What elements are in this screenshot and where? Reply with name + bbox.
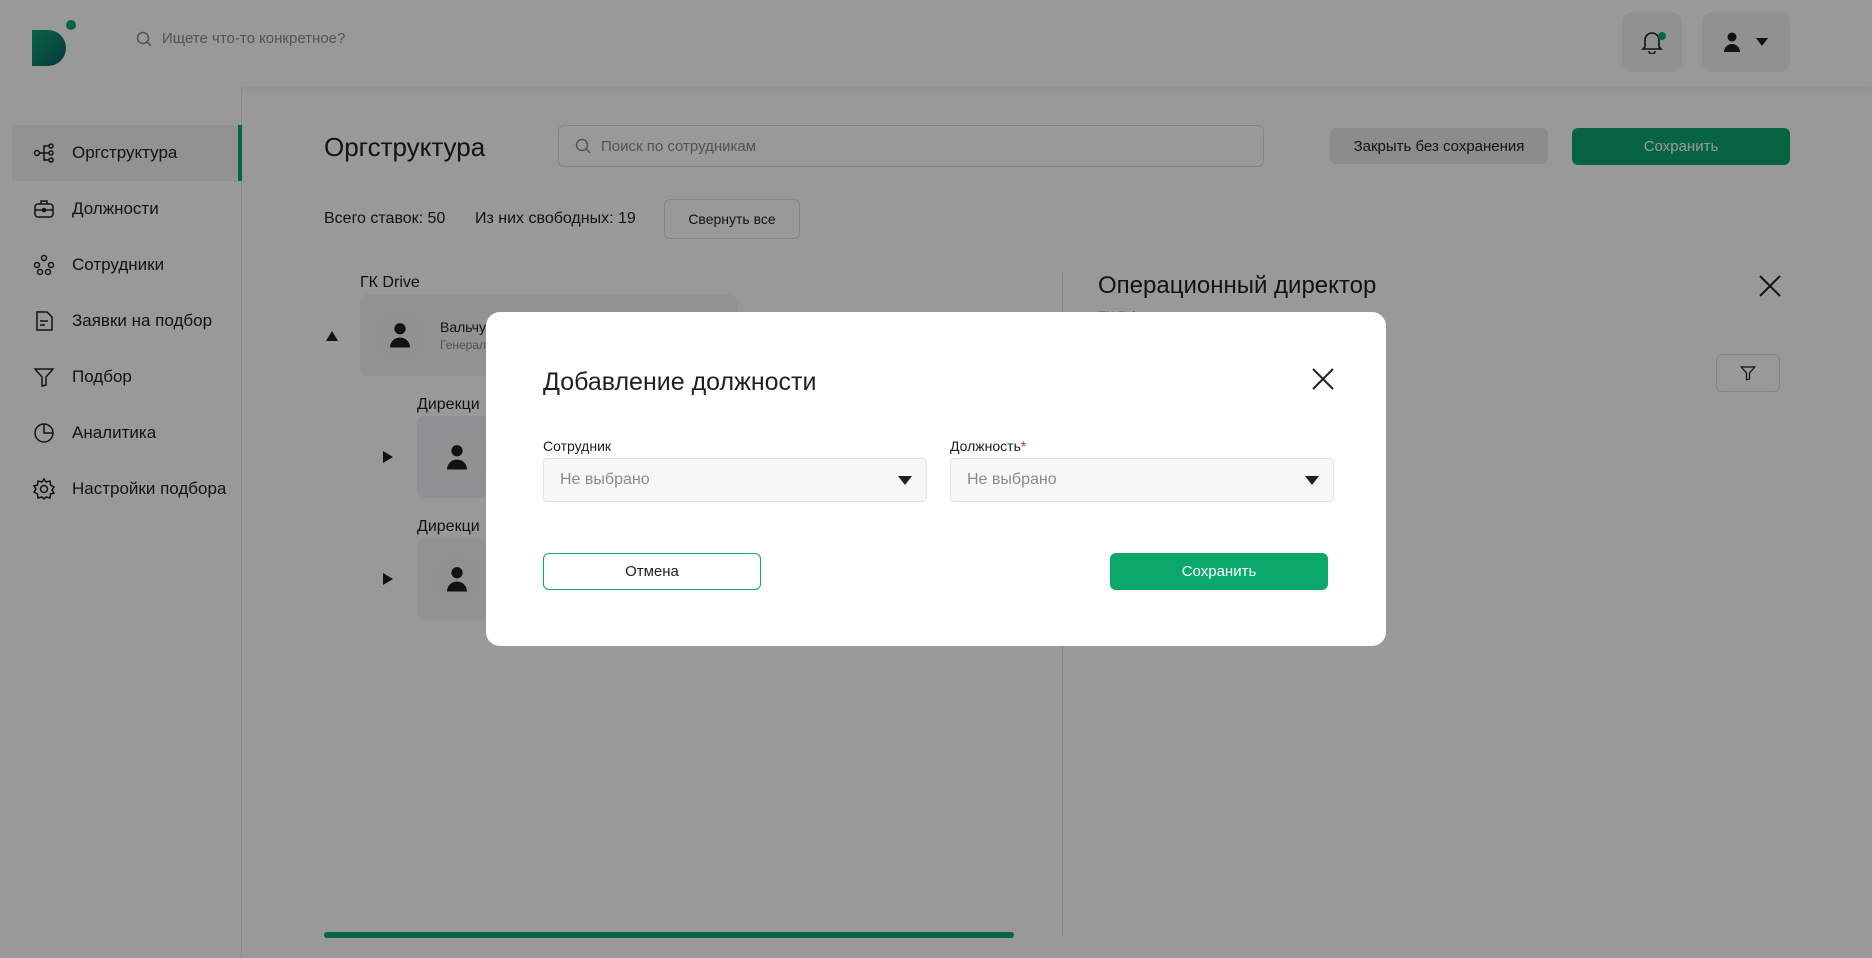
employee-select-value: Не выбрано [560, 471, 650, 488]
position-select[interactable]: Не выбрано [950, 458, 1334, 502]
employee-field-label: Сотрудник [543, 438, 612, 454]
modal-close-icon[interactable] [1308, 364, 1338, 394]
chevron-down-icon [898, 475, 912, 485]
chevron-down-icon [1305, 475, 1319, 485]
modal-title: Добавление должности [543, 368, 817, 396]
cancel-button[interactable]: Отмена [543, 553, 761, 590]
position-select-value: Не выбрано [967, 471, 1057, 488]
position-label-text: Должность [950, 438, 1021, 454]
modal-save-button[interactable]: Сохранить [1110, 553, 1328, 590]
required-mark: * [1020, 438, 1027, 454]
add-position-modal: Добавление должности Сотрудник Не выбран… [486, 312, 1386, 646]
employee-select[interactable]: Не выбрано [543, 458, 927, 502]
position-field-label: Должность* [950, 438, 1026, 454]
